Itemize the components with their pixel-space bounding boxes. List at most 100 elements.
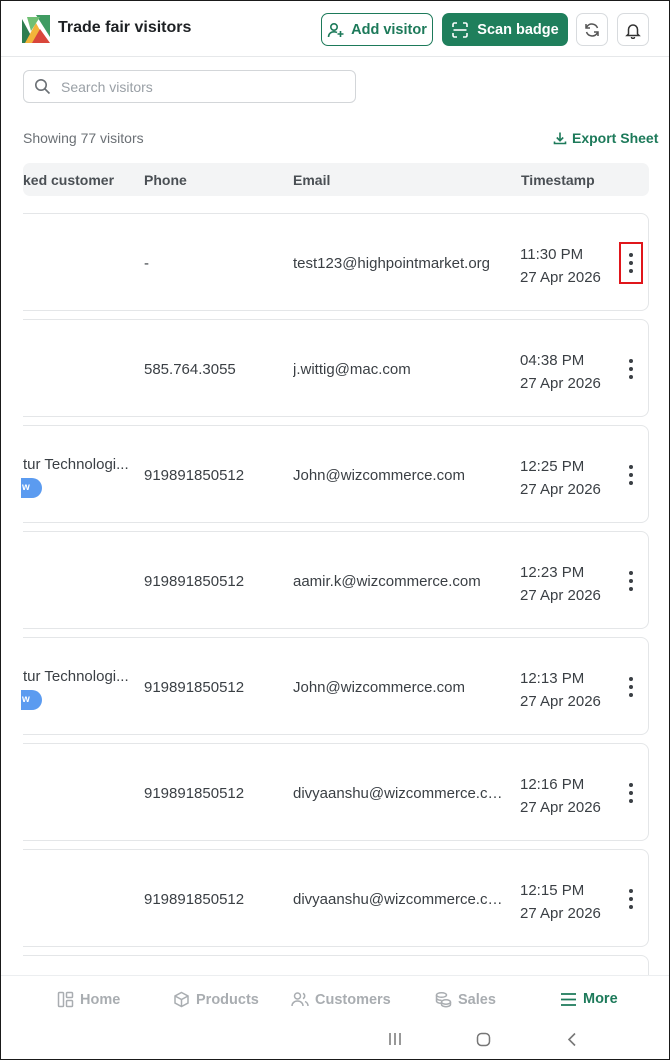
- row-email: John@wizcommerce.com: [293, 679, 465, 696]
- kebab-menu-icon: [629, 887, 633, 911]
- coins-icon: [435, 991, 452, 1008]
- nav-more-label: More: [583, 991, 618, 1007]
- nav-sales-label: Sales: [458, 991, 496, 1008]
- back-icon[interactable]: [566, 1032, 578, 1047]
- row-time: 12:25 PM: [520, 458, 585, 475]
- row-actions-button[interactable]: [619, 348, 643, 390]
- scan-icon: [452, 21, 469, 38]
- row-customer-tag: w: [21, 690, 42, 710]
- search-icon: [35, 79, 51, 95]
- row-phone: 919891850512: [144, 467, 245, 484]
- row-email: divyaanshu@wizcommerce.co...: [293, 785, 503, 802]
- table-row[interactable]: 919891850512 divyaanshu@wizcommerce.co..…: [23, 849, 649, 947]
- table-row[interactable]: 585.764.3055 j.wittig@mac.com 04:38 PM 2…: [23, 319, 649, 417]
- row-date: 27 Apr 2026: [520, 269, 601, 286]
- row-timestamp: 12:15 PM 27 Apr 2026: [520, 879, 601, 925]
- notifications-button[interactable]: [617, 13, 649, 46]
- nav-products[interactable]: Products: [173, 991, 259, 1008]
- row-date: 27 Apr 2026: [520, 905, 601, 922]
- visitor-count: Showing 77 visitors: [23, 130, 144, 146]
- nav-home-label: Home: [80, 991, 121, 1008]
- column-header-phone[interactable]: Phone: [144, 172, 187, 188]
- row-customer-tag: w: [21, 478, 42, 498]
- row-timestamp: 12:25 PM 27 Apr 2026: [520, 455, 601, 501]
- row-timestamp: 12:23 PM 27 Apr 2026: [520, 561, 601, 607]
- row-actions-button[interactable]: [619, 772, 643, 814]
- users-icon: [291, 992, 309, 1007]
- nav-home[interactable]: Home: [57, 991, 120, 1008]
- row-actions-button[interactable]: [619, 666, 643, 708]
- row-email: j.wittig@mac.com: [293, 361, 411, 378]
- table-row[interactable]: tur Technologi... w 919891850512 John@wi…: [21, 637, 649, 735]
- row-linked-customer: tur Technologi...: [23, 456, 129, 473]
- kebab-menu-icon: [629, 569, 633, 593]
- bottom-navigation: Home Products Customers Sales More: [1, 975, 669, 1025]
- bell-icon: [625, 23, 641, 39]
- app-logo: [22, 15, 50, 43]
- home-icon: [57, 991, 74, 1008]
- row-date: 27 Apr 2026: [520, 587, 601, 604]
- table-row[interactable]: 919891850512 aamir.k@wizcommerce.com 12:…: [23, 531, 649, 629]
- nav-customers[interactable]: Customers: [291, 991, 391, 1008]
- row-phone: 585.764.3055: [144, 361, 236, 378]
- system-navigation-bar: [1, 1025, 669, 1059]
- refresh-icon: [585, 22, 599, 37]
- export-sheet-label: Export Sheet: [572, 130, 659, 146]
- row-timestamp: 11:30 PM 27 Apr 2026: [520, 243, 601, 289]
- table-header: ked customer Phone Email Timestamp: [23, 163, 649, 196]
- kebab-menu-icon: [629, 675, 633, 699]
- row-time: 11:30 PM: [520, 246, 584, 263]
- add-visitor-button[interactable]: Add visitor: [321, 13, 433, 46]
- kebab-menu-icon: [629, 463, 633, 487]
- row-actions-button[interactable]: [619, 878, 643, 920]
- row-date: 27 Apr 2026: [520, 481, 601, 498]
- nav-products-label: Products: [196, 991, 259, 1008]
- recent-apps-icon[interactable]: [388, 1032, 402, 1046]
- row-time: 12:13 PM: [520, 670, 585, 687]
- table-row[interactable]: 919891850512 divyaanshu@wizcommerce.co..…: [23, 743, 649, 841]
- table-row[interactable]: tur Technologi... w 919891850512 John@wi…: [21, 425, 649, 523]
- column-header-email[interactable]: Email: [293, 172, 330, 188]
- row-time: 12:23 PM: [520, 564, 585, 581]
- row-timestamp: 12:13 PM 27 Apr 2026: [520, 667, 601, 713]
- row-phone: 919891850512: [144, 785, 245, 802]
- row-time: 12:16 PM: [520, 776, 585, 793]
- row-email: test123@highpointmarket.org: [293, 255, 491, 272]
- kebab-menu-icon: [629, 357, 633, 381]
- row-date: 27 Apr 2026: [520, 693, 601, 710]
- row-actions-button[interactable]: [619, 242, 643, 284]
- column-header-linked-customer[interactable]: ked customer: [23, 172, 114, 188]
- row-actions-button[interactable]: [619, 560, 643, 602]
- add-user-icon: [327, 22, 344, 37]
- home-circle-icon[interactable]: [476, 1032, 491, 1047]
- search-input[interactable]: [61, 78, 321, 95]
- row-phone: 919891850512: [144, 891, 245, 908]
- box-icon: [174, 991, 189, 1008]
- page-title: Trade fair visitors: [58, 19, 192, 36]
- kebab-menu-icon: [629, 251, 633, 275]
- search-box[interactable]: [23, 70, 356, 103]
- row-phone: 919891850512: [144, 679, 245, 696]
- nav-sales[interactable]: Sales: [435, 991, 496, 1008]
- nav-customers-label: Customers: [315, 991, 391, 1008]
- sync-button[interactable]: [576, 13, 608, 46]
- row-timestamp: 12:16 PM 27 Apr 2026: [520, 773, 601, 819]
- row-phone: 919891850512: [144, 573, 245, 590]
- menu-icon: [561, 992, 576, 1006]
- row-timestamp: 04:38 PM 27 Apr 2026: [520, 349, 601, 395]
- table-row[interactable]: - test123@highpointmarket.org 11:30 PM 2…: [23, 213, 649, 311]
- add-visitor-label: Add visitor: [351, 21, 427, 38]
- row-date: 27 Apr 2026: [520, 799, 601, 816]
- row-time: 04:38 PM: [520, 352, 585, 369]
- row-date: 27 Apr 2026: [520, 375, 601, 392]
- column-header-timestamp[interactable]: Timestamp: [521, 172, 595, 188]
- app-frame: Trade fair visitors Add visitor Scan bad…: [0, 0, 670, 1060]
- nav-more[interactable]: More: [560, 991, 618, 1007]
- row-actions-button[interactable]: [619, 454, 643, 496]
- top-bar: Trade fair visitors Add visitor Scan bad…: [1, 1, 669, 57]
- kebab-menu-icon: [629, 781, 633, 805]
- export-sheet-link[interactable]: Export Sheet: [553, 130, 658, 146]
- scan-badge-button[interactable]: Scan badge: [442, 13, 568, 46]
- scan-badge-label: Scan badge: [477, 21, 559, 38]
- row-email: John@wizcommerce.com: [293, 467, 465, 484]
